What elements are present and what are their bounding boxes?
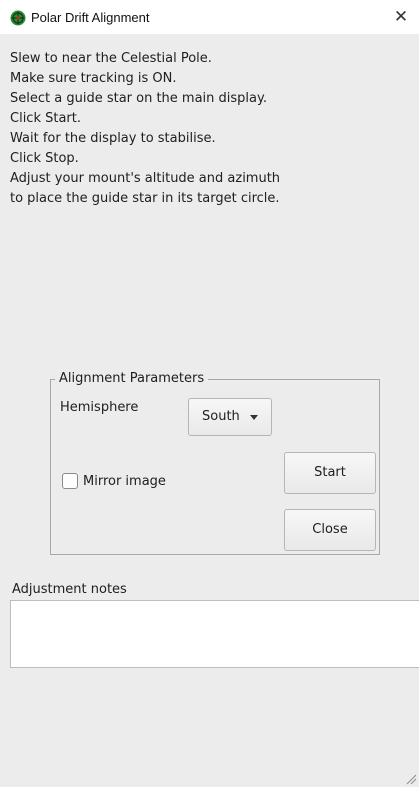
polar-align-app-icon — [10, 10, 26, 26]
start-button[interactable]: Start — [284, 452, 376, 494]
instruction-line: Click Start. — [10, 111, 81, 126]
instructions-text: Slew to near the Celestial Pole. Make su… — [10, 49, 410, 209]
mirror-image-checkbox[interactable] — [62, 473, 78, 489]
alignment-parameters-title: Alignment Parameters — [55, 371, 209, 387]
title-bar: Polar Drift Alignment ✕ — [0, 0, 419, 34]
close-button[interactable]: Close — [284, 509, 376, 551]
hemisphere-label: Hemisphere — [60, 400, 139, 415]
instruction-line: Select a guide star on the main display. — [10, 91, 267, 106]
instruction-line: Make sure tracking is ON. — [10, 71, 177, 86]
close-icon: ✕ — [393, 7, 409, 27]
adjustment-notes-field[interactable] — [10, 600, 419, 668]
instruction-line: Adjust your mount's altitude and azimuth — [10, 171, 281, 186]
instruction-line: to place the guide star in its target ci… — [10, 191, 280, 206]
chevron-down-icon — [250, 415, 258, 420]
resize-grip-icon[interactable] — [405, 773, 417, 785]
hemisphere-dropdown[interactable]: South — [188, 398, 272, 436]
window-close-button[interactable]: ✕ — [389, 4, 413, 30]
instruction-line: Click Stop. — [10, 151, 79, 166]
mirror-image-label[interactable]: Mirror image — [83, 474, 166, 489]
window-title: Polar Drift Alignment — [31, 10, 150, 25]
hemisphere-value: South — [202, 409, 240, 424]
adjustment-notes-label: Adjustment notes — [12, 582, 127, 597]
instruction-line: Wait for the display to stabilise. — [10, 131, 216, 146]
instruction-line: Slew to near the Celestial Pole. — [10, 51, 212, 66]
